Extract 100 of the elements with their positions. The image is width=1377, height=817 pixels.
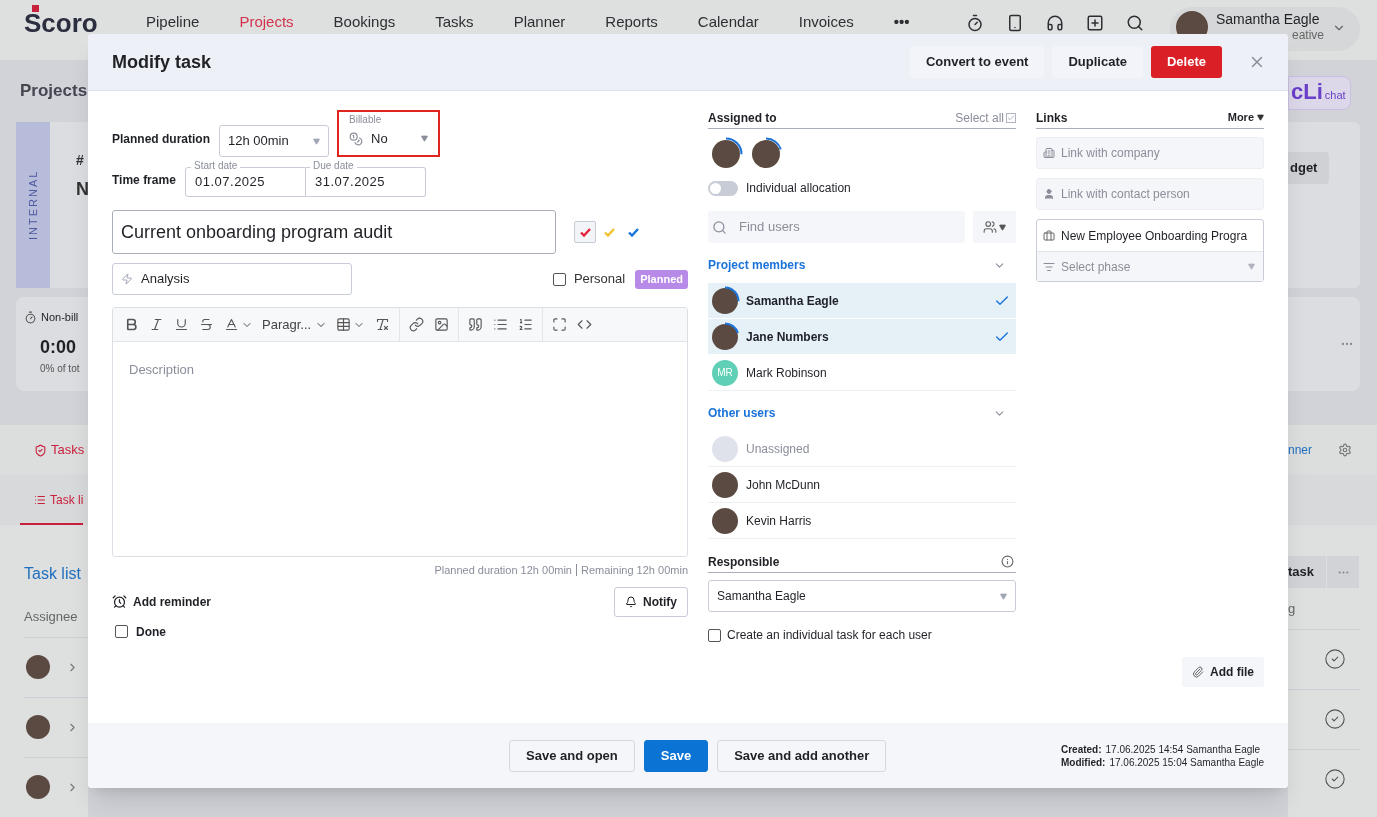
color-check[interactable] bbox=[574, 221, 596, 243]
users-icon bbox=[983, 220, 997, 234]
stopwatch-icon[interactable] bbox=[965, 14, 984, 32]
remaining-summary: Remaining 12h 00min bbox=[581, 563, 688, 578]
search-icon bbox=[712, 219, 727, 235]
add-task-button[interactable]: task bbox=[1288, 556, 1327, 588]
toggle-label: Individual allocation bbox=[746, 180, 851, 197]
page-title: Projects bbox=[20, 80, 88, 103]
initials-avatar: MR bbox=[712, 359, 738, 386]
notify-button[interactable]: Notify bbox=[614, 586, 688, 617]
add-reminder-button[interactable]: Add reminder bbox=[112, 592, 211, 611]
bold-icon bbox=[124, 317, 139, 332]
paragraph-dropdown[interactable]: Paragr... bbox=[258, 314, 332, 335]
fullscreen-icon bbox=[552, 317, 568, 332]
description-placeholder: Description bbox=[128, 361, 196, 379]
user-list-item[interactable]: Kevin Harris bbox=[708, 503, 1016, 539]
nav-link[interactable]: Reports bbox=[605, 10, 658, 34]
checkbox[interactable] bbox=[552, 272, 566, 286]
more-dropdown[interactable]: More bbox=[1227, 109, 1264, 126]
user-list-item[interactable]: Samantha Eagle bbox=[708, 283, 1016, 319]
nav-link[interactable]: Tasks bbox=[435, 10, 474, 34]
checkbox-label: Create an individual task for each user bbox=[727, 627, 932, 644]
checkbox-label: Personal bbox=[573, 270, 626, 289]
column-header: Assignee bbox=[24, 608, 79, 626]
field-label: Time frame bbox=[112, 172, 177, 189]
headset-icon[interactable] bbox=[1045, 14, 1064, 32]
complete-check-icon[interactable] bbox=[1324, 708, 1346, 730]
avatar bbox=[26, 775, 50, 799]
link-icon bbox=[409, 317, 425, 332]
add-icon[interactable] bbox=[1085, 14, 1104, 32]
table-icon bbox=[336, 317, 352, 332]
numbered-list-icon bbox=[518, 317, 534, 332]
filter-icon bbox=[1043, 260, 1055, 273]
billable-select[interactable]: Billable No bbox=[337, 110, 440, 157]
duration-summary: Planned duration 12h 00min bbox=[434, 563, 572, 578]
internal-badge: INTERNAL bbox=[16, 122, 50, 288]
header-button[interactable]: Delete bbox=[1150, 46, 1222, 78]
user-list-item[interactable]: John McDunn bbox=[708, 467, 1016, 503]
code-icon bbox=[577, 317, 593, 332]
clear-format-icon bbox=[375, 317, 391, 332]
italic-icon bbox=[149, 317, 164, 332]
more-menu[interactable]: ••• bbox=[893, 10, 910, 34]
task-check-icon bbox=[34, 443, 47, 457]
add-file-button[interactable]: Add file bbox=[1182, 657, 1264, 687]
group-heading[interactable]: Other users bbox=[708, 404, 776, 422]
user-list-item[interactable]: MR Mark Robinson bbox=[708, 355, 1016, 391]
dialog-title: Modify task bbox=[112, 50, 212, 74]
project-number: # bbox=[76, 151, 85, 170]
section-heading: Assigned to bbox=[708, 109, 777, 127]
responsible-select[interactable]: Samantha Eagle bbox=[708, 580, 1016, 612]
project-field[interactable]: New Employee Onboarding Progra bbox=[1037, 220, 1263, 251]
description-editor[interactable]: Paragr... Description bbox=[112, 307, 688, 557]
nav-link[interactable]: Planner bbox=[513, 10, 566, 34]
footer-button[interactable]: Save and add another bbox=[717, 739, 887, 772]
checkbox[interactable] bbox=[115, 625, 128, 638]
user-group-filter-button[interactable] bbox=[973, 211, 1016, 243]
field-label: Planned duration bbox=[112, 131, 211, 148]
task-name-field[interactable]: Current onboarding program audit bbox=[112, 210, 556, 254]
lightning-icon bbox=[121, 273, 133, 285]
logo: Scoro bbox=[24, 8, 104, 38]
user-role: eative bbox=[1290, 27, 1324, 43]
complete-check-icon[interactable] bbox=[1324, 768, 1346, 790]
checkbox[interactable] bbox=[708, 628, 721, 642]
caret-icon bbox=[1257, 114, 1264, 121]
settings-icon[interactable] bbox=[1338, 443, 1353, 457]
chat-logo: cLi chat bbox=[1288, 76, 1351, 110]
user-list-item[interactable]: Jane Numbers bbox=[708, 319, 1016, 355]
avatar bbox=[712, 507, 738, 534]
search-icon[interactable] bbox=[1125, 14, 1144, 32]
header-button[interactable]: Duplicate bbox=[1052, 46, 1143, 78]
strike-icon bbox=[199, 317, 214, 332]
stat-label: Non-bill bbox=[41, 310, 79, 325]
complete-check-icon[interactable] bbox=[1324, 648, 1346, 670]
nav-link[interactable]: Invoices bbox=[798, 10, 854, 34]
select-all-checkbox[interactable] bbox=[1006, 112, 1016, 123]
section-heading: Responsible bbox=[708, 553, 780, 571]
paperclip-icon bbox=[1192, 666, 1204, 678]
info-icon[interactable] bbox=[1001, 555, 1014, 568]
nav-link[interactable]: Pipeline bbox=[146, 10, 200, 34]
tab[interactable]: Tasks bbox=[34, 440, 85, 460]
image-icon bbox=[434, 317, 450, 332]
budget-button[interactable]: dget bbox=[1288, 152, 1330, 184]
building-icon bbox=[1043, 147, 1055, 159]
group-heading[interactable]: Project members bbox=[708, 256, 806, 274]
caret-icon bbox=[1000, 592, 1007, 600]
duration-select[interactable]: 12h 00min bbox=[219, 125, 329, 157]
avatar bbox=[26, 655, 50, 679]
caret-icon bbox=[1248, 263, 1255, 270]
view-link[interactable]: nner bbox=[1288, 441, 1313, 459]
user-name: Samantha Eagle bbox=[1215, 11, 1321, 27]
nav-link[interactable]: Projects bbox=[239, 10, 294, 34]
nav-link[interactable]: Calendar bbox=[697, 10, 759, 34]
activity-field[interactable]: Analysis bbox=[112, 263, 352, 295]
meta-label: Modified: bbox=[1061, 755, 1106, 769]
footer-button[interactable]: Save and open bbox=[509, 739, 635, 772]
header-button[interactable]: Convert to event bbox=[909, 46, 1045, 78]
quote-icon bbox=[468, 317, 484, 332]
nav-link[interactable]: Bookings bbox=[333, 10, 396, 34]
footer-button[interactable]: Save bbox=[643, 739, 709, 772]
toggle-switch[interactable] bbox=[708, 180, 738, 196]
